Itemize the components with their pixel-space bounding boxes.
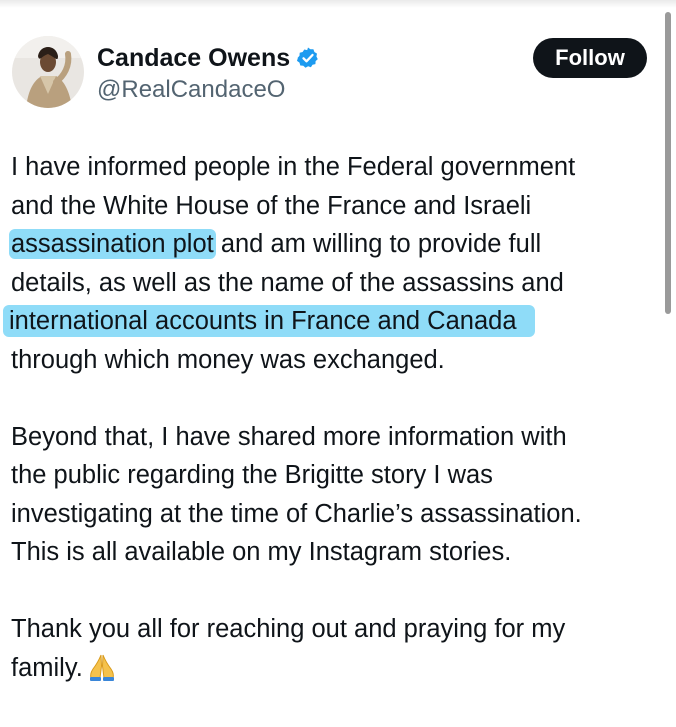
profile-photo-icon (12, 36, 84, 108)
praying-hands-icon (89, 654, 114, 681)
tweet-line: investigating at the time of Charlie’s a… (11, 499, 582, 528)
tweet-line: I have informed people in the Federal go… (11, 153, 576, 181)
author-name-row: Candace Owens (97, 44, 320, 72)
tweet-line: details, as well as the name of the assa… (11, 268, 564, 297)
tweet-line: through which money was exchanged. (11, 345, 445, 374)
tweet-line: assassination plot and am willing to pro… (9, 225, 663, 264)
tweet-text: I have informed people in the Federal go… (3, 148, 663, 688)
highlighted-line: international accounts in France and Can… (3, 305, 535, 337)
top-edge-shadow (0, 0, 676, 8)
avatar[interactable] (12, 36, 84, 108)
tweet-line: and the White House of the France and Is… (11, 191, 532, 220)
tweet-line-text: and am willing to provide full (220, 230, 542, 258)
author-display-name[interactable]: Candace Owens (97, 44, 290, 72)
tweet-line: Beyond that, I have shared more informat… (11, 422, 567, 451)
author-handle[interactable]: @RealCandaceO (97, 76, 285, 104)
highlighted-phrase: assassination plot (9, 229, 216, 259)
tweet-line: international accounts in France and Can… (3, 302, 663, 341)
tweet-line: This is all available on my Instagram st… (11, 538, 512, 566)
verified-badge-icon (297, 47, 318, 68)
tweet-line-text: family. (11, 653, 83, 682)
tweet-line: the public regarding the Brigitte story … (11, 461, 493, 489)
cut-off-icon: ⌒ (548, 0, 574, 6)
tweet-line: family. (11, 649, 663, 688)
follow-button[interactable]: Follow (533, 38, 647, 78)
tweet-line: Thank you all for reaching out and prayi… (11, 615, 566, 643)
scrollbar[interactable] (665, 12, 671, 314)
